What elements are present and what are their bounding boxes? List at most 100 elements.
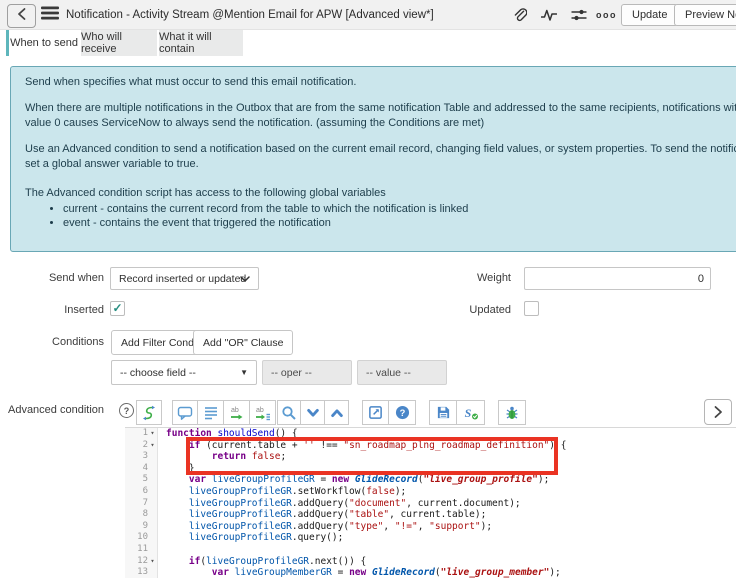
replace-icon: ab <box>230 407 242 419</box>
code-line[interactable]: 1 ▾ function shouldSend() { <box>125 428 736 440</box>
toolbar-group-edit: ab ab <box>172 400 276 425</box>
comment-icon <box>177 406 193 420</box>
list-item: current - contains the current record fr… <box>63 203 736 217</box>
value-select-disabled: -- value -- <box>357 360 447 385</box>
find-next-button[interactable] <box>301 400 325 425</box>
more-dots-icon: ooo <box>596 10 617 20</box>
svg-text:ab: ab <box>256 407 264 414</box>
choose-field-select[interactable]: -- choose field -- ▼ <box>111 360 257 385</box>
code-line[interactable]: 3 return false; <box>125 451 736 463</box>
code-line[interactable]: 4 } <box>125 462 736 475</box>
expand-editor-button[interactable] <box>704 399 732 425</box>
toolbar-group-search <box>277 400 349 425</box>
tab-when-to-send[interactable]: When to send <box>6 30 79 56</box>
svg-text:?: ? <box>399 408 405 418</box>
line-number-gutter: 11 <box>125 543 158 556</box>
search-button[interactable] <box>277 400 301 425</box>
add-or-clause-button[interactable]: Add "OR" Clause <box>193 330 294 355</box>
send-when-label: Send when <box>48 272 104 284</box>
send-when-info-box: Send when specifies what must occur to s… <box>10 66 736 252</box>
format-code-button[interactable] <box>136 400 162 425</box>
line-number-gutter: 7 <box>125 497 158 510</box>
back-button[interactable] <box>7 4 36 28</box>
line-number-gutter: 3 <box>125 451 158 463</box>
find-previous-button[interactable] <box>325 400 349 425</box>
code-line[interactable]: 7 liveGroupProfileGR.addQuery("document"… <box>125 497 736 510</box>
replace-all-button[interactable]: ab <box>250 400 276 425</box>
format-lines-button[interactable] <box>198 400 224 425</box>
more-options-button[interactable]: ooo <box>596 6 617 24</box>
paperclip-icon <box>514 8 528 22</box>
info-paragraph: Send when specifies what must occur to s… <box>25 76 357 88</box>
replace-button[interactable]: ab <box>224 400 250 425</box>
chevron-left-icon <box>16 7 28 26</box>
fold-arrow-icon[interactable]: ▾ <box>148 556 157 568</box>
attachment-button[interactable] <box>511 7 528 23</box>
line-number-gutter: 10 <box>125 532 158 544</box>
search-icon <box>282 405 296 420</box>
list-item: event - contains the event that triggere… <box>63 217 736 231</box>
tab-what-it-will-contain[interactable]: What it will contain <box>159 30 243 56</box>
info-paragraph: The Advanced condition script has access… <box>25 187 386 199</box>
advanced-condition-script-editor[interactable]: 1 ▾ function shouldSend() {2 ▾ if (current.… <box>125 427 736 578</box>
help-icon[interactable]: ? <box>119 403 134 418</box>
format-code-icon <box>143 405 155 420</box>
waveform-icon <box>540 9 558 21</box>
syntax-check-button[interactable]: S <box>457 400 485 425</box>
update-button[interactable]: Update <box>621 4 679 26</box>
code-line[interactable]: 13 var liveGroupMemberGR = new GlideReco… <box>125 567 736 578</box>
comment-button[interactable] <box>172 400 198 425</box>
updated-checkbox[interactable]: ✓ <box>524 301 539 316</box>
save-icon <box>437 406 449 419</box>
info-paragraph: value 0 causes ServiceNow to always send… <box>25 117 485 129</box>
inserted-checkbox[interactable]: ✓ <box>110 301 125 316</box>
activity-stream-button[interactable] <box>540 7 558 23</box>
fold-arrow-icon[interactable]: ▾ <box>148 428 157 440</box>
code-line[interactable]: 8 liveGroupProfileGR.addQuery("table", c… <box>125 509 736 521</box>
format-lines-icon <box>204 406 217 419</box>
help-filled-icon: ? <box>395 405 409 420</box>
tab-who-will-receive[interactable]: Who will receive <box>81 30 157 56</box>
tab-label: When to send <box>10 37 78 49</box>
syntax-check-icon: S <box>464 406 478 420</box>
inserted-label: Inserted <box>64 304 104 316</box>
line-number-gutter: 8 <box>125 509 158 521</box>
line-number-gutter: 12 ▾ <box>125 555 158 568</box>
chevron-up-icon <box>330 408 343 417</box>
code-line[interactable]: 2 ▾ if (current.table + '' !== "sn_roadma… <box>125 439 736 452</box>
editor-help-button[interactable]: ? <box>389 400 416 425</box>
global-variables-list: current - contains the current record fr… <box>25 203 736 230</box>
svg-text:ab: ab <box>231 407 239 414</box>
weight-label: Weight <box>476 272 511 284</box>
preview-notification-button[interactable]: Preview Notification <box>674 4 736 26</box>
tab-label: What it will contain <box>159 31 212 55</box>
line-number-gutter: 13 <box>125 567 158 578</box>
toolbar-group-script <box>136 400 162 425</box>
fold-arrow-icon[interactable]: ▾ <box>148 440 157 452</box>
sliders-icon <box>571 9 587 21</box>
code-line[interactable]: 11 <box>125 543 736 556</box>
code-line[interactable]: 10 liveGroupProfileGR.query(); <box>125 532 736 544</box>
toolbar-group-save: S <box>429 400 485 425</box>
debug-button[interactable] <box>498 400 526 425</box>
code-line[interactable]: 12 ▾ if(liveGroupProfileGR.next()) { <box>125 555 736 568</box>
notification-form-page: Notification - Activity Stream @Mention … <box>0 0 736 578</box>
menu-button[interactable] <box>41 6 61 22</box>
code-line[interactable]: 6 liveGroupProfileGR.setWorkflow(false); <box>125 485 736 498</box>
personalize-form-button[interactable] <box>571 7 587 23</box>
weight-input[interactable] <box>524 267 711 290</box>
save-script-button[interactable] <box>429 400 457 425</box>
bug-icon <box>506 406 518 419</box>
open-in-new-icon <box>369 406 382 419</box>
open-in-new-window-button[interactable] <box>362 400 389 425</box>
info-paragraph: When there are multiple notifications in… <box>25 102 736 114</box>
header-bar: Notification - Activity Stream @Mention … <box>0 0 736 30</box>
code-line[interactable]: 5 var liveGroupProfileGR = new GlideReco… <box>125 474 736 486</box>
line-number-gutter: 1 ▾ <box>125 428 158 440</box>
send-when-select[interactable]: Record inserted or updated <box>110 267 259 290</box>
advanced-condition-label: Advanced condition <box>7 404 104 416</box>
code-line[interactable]: 9 liveGroupProfileGR.addQuery("type", "!… <box>125 520 736 533</box>
toolbar-group-window: ? <box>362 400 416 425</box>
operator-select-disabled: -- oper -- <box>262 360 352 385</box>
check-icon: ✓ <box>112 301 123 315</box>
